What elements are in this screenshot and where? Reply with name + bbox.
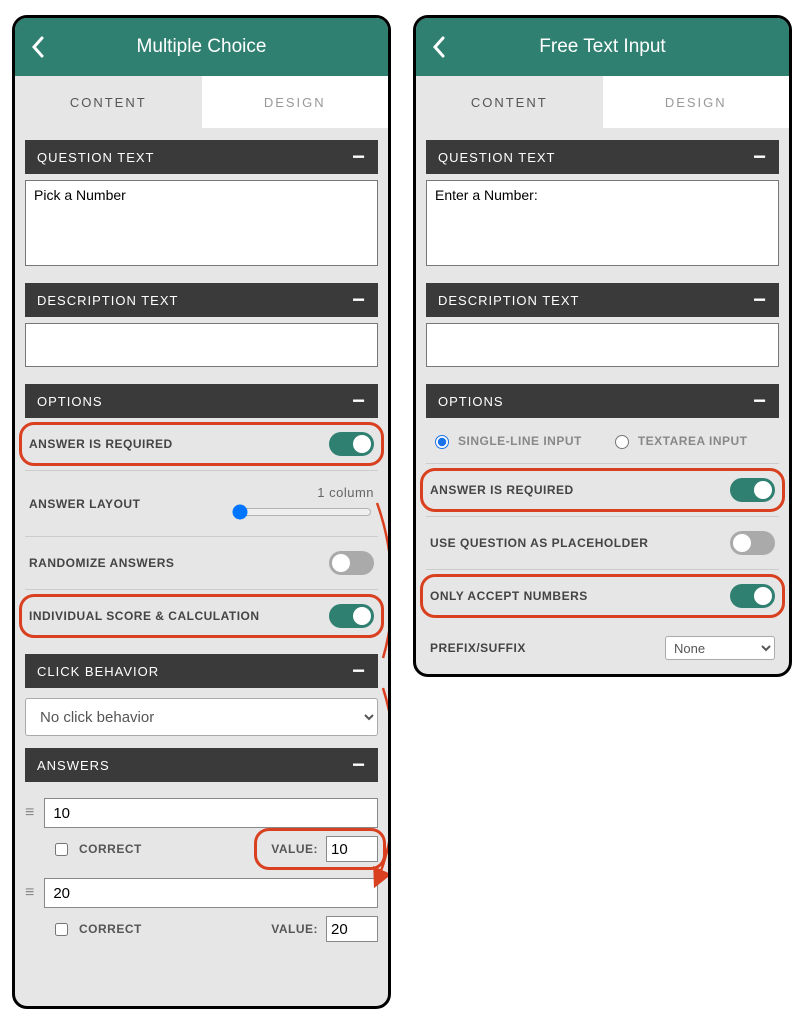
toggle-randomize[interactable] [329,551,374,575]
prefix-suffix-row: PREFIX/SUFFIX None [426,622,779,664]
option-label: RANDOMIZE ANSWERS [29,556,174,570]
section-question-text[interactable]: QUESTION TEXT − [25,140,378,174]
collapse-icon[interactable]: − [753,388,767,414]
collapse-icon[interactable]: − [352,287,366,313]
toggle-use-placeholder[interactable] [730,531,775,555]
value-label: VALUE: [271,922,318,936]
option-individual-score: INDIVIDUAL SCORE & CALCULATION [25,590,378,642]
panel-header: Free Text Input [416,18,789,76]
value-stepper[interactable] [326,916,378,942]
option-label: ANSWER IS REQUIRED [430,483,574,497]
input-type-radio-group: SINGLE-LINE INPUT TEXTAREA INPUT [426,418,779,464]
section-description-text[interactable]: DESCRIPTION TEXT − [426,283,779,317]
section-label: DESCRIPTION TEXT [438,293,579,308]
section-options[interactable]: OPTIONS − [426,384,779,418]
option-use-placeholder: USE QUESTION AS PLACEHOLDER [426,517,779,570]
answer-row-2: ≡ CORRECT VALUE: [25,878,378,942]
description-text-input[interactable] [25,323,378,367]
panel-header: Multiple Choice [15,18,388,76]
collapse-icon[interactable]: − [352,658,366,684]
value-stepper[interactable] [326,836,378,862]
collapse-icon[interactable]: − [753,144,767,170]
tab-content[interactable]: CONTENT [15,76,202,128]
tabs: CONTENT DESIGN [416,76,789,128]
option-answer-required: ANSWER IS REQUIRED [25,418,378,471]
correct-label: CORRECT [79,922,142,936]
answer-text-input[interactable] [44,798,378,828]
multiple-choice-panel: Multiple Choice CONTENT DESIGN QUESTION … [12,15,391,1009]
toggle-answer-required[interactable] [730,478,775,502]
section-label: DESCRIPTION TEXT [37,293,178,308]
prefix-suffix-select[interactable]: None [665,636,775,660]
radio-single-line[interactable]: SINGLE-LINE INPUT [430,432,582,449]
tab-design[interactable]: DESIGN [202,76,389,128]
answer-text-input[interactable] [44,878,378,908]
correct-label: CORRECT [79,842,142,856]
option-only-numbers: ONLY ACCEPT NUMBERS [426,570,779,622]
section-question-text[interactable]: QUESTION TEXT − [426,140,779,174]
slider-value-label: 1 column [317,485,374,500]
section-label: ANSWERS [37,758,110,773]
free-text-input-panel: Free Text Input CONTENT DESIGN QUESTION … [413,15,792,677]
section-label: CLICK BEHAVIOR [37,664,159,679]
toggle-individual-score[interactable] [329,604,374,628]
radio-textarea[interactable]: TEXTAREA INPUT [610,432,748,449]
option-label: USE QUESTION AS PLACEHOLDER [430,536,648,550]
tabs: CONTENT DESIGN [15,76,388,128]
radio-input[interactable] [615,435,629,449]
answer-row-1: ≡ CORRECT VALUE: [25,798,378,862]
panel-title: Free Text Input [416,36,789,58]
section-options[interactable]: OPTIONS − [25,384,378,418]
tab-content[interactable]: CONTENT [416,76,603,128]
back-chevron-icon[interactable] [31,36,45,58]
panel-title: Multiple Choice [15,36,388,58]
question-text-input[interactable]: Enter a Number: [426,180,779,266]
option-label: ANSWER IS REQUIRED [29,437,173,451]
option-randomize: RANDOMIZE ANSWERS [25,537,378,590]
collapse-icon[interactable]: − [753,287,767,313]
section-label: QUESTION TEXT [438,150,556,165]
description-text-input[interactable] [426,323,779,367]
toggle-only-numbers[interactable] [730,584,775,608]
option-label: INDIVIDUAL SCORE & CALCULATION [29,609,260,623]
section-description-text[interactable]: DESCRIPTION TEXT − [25,283,378,317]
option-answer-required: ANSWER IS REQUIRED [426,464,779,517]
drag-handle-icon[interactable]: ≡ [25,804,34,822]
option-answer-layout: ANSWER LAYOUT 1 column [25,471,378,537]
question-text-input[interactable]: Pick a Number [25,180,378,266]
option-label: ANSWER LAYOUT [29,497,140,511]
section-click-behavior[interactable]: CLICK BEHAVIOR − [25,654,378,688]
correct-checkbox[interactable] [55,843,68,856]
radio-input[interactable] [435,435,449,449]
prefix-suffix-label: PREFIX/SUFFIX [430,641,526,655]
option-label: ONLY ACCEPT NUMBERS [430,589,588,603]
drag-handle-icon[interactable]: ≡ [25,884,34,902]
section-label: OPTIONS [37,394,103,409]
section-label: OPTIONS [438,394,504,409]
collapse-icon[interactable]: − [352,144,366,170]
collapse-icon[interactable]: − [352,388,366,414]
tab-design[interactable]: DESIGN [603,76,790,128]
back-chevron-icon[interactable] [432,36,446,58]
collapse-icon[interactable]: − [352,752,366,778]
toggle-answer-required[interactable] [329,432,374,456]
section-answers[interactable]: ANSWERS − [25,748,378,782]
correct-checkbox[interactable] [55,923,68,936]
panel-body: QUESTION TEXT − Enter a Number: DESCRIPT… [416,128,789,674]
answer-layout-slider[interactable] [232,504,372,520]
panel-body: QUESTION TEXT − Pick a Number DESCRIPTIO… [15,128,388,952]
section-label: QUESTION TEXT [37,150,155,165]
click-behavior-select[interactable]: No click behavior [25,698,378,736]
value-label: VALUE: [271,842,318,856]
